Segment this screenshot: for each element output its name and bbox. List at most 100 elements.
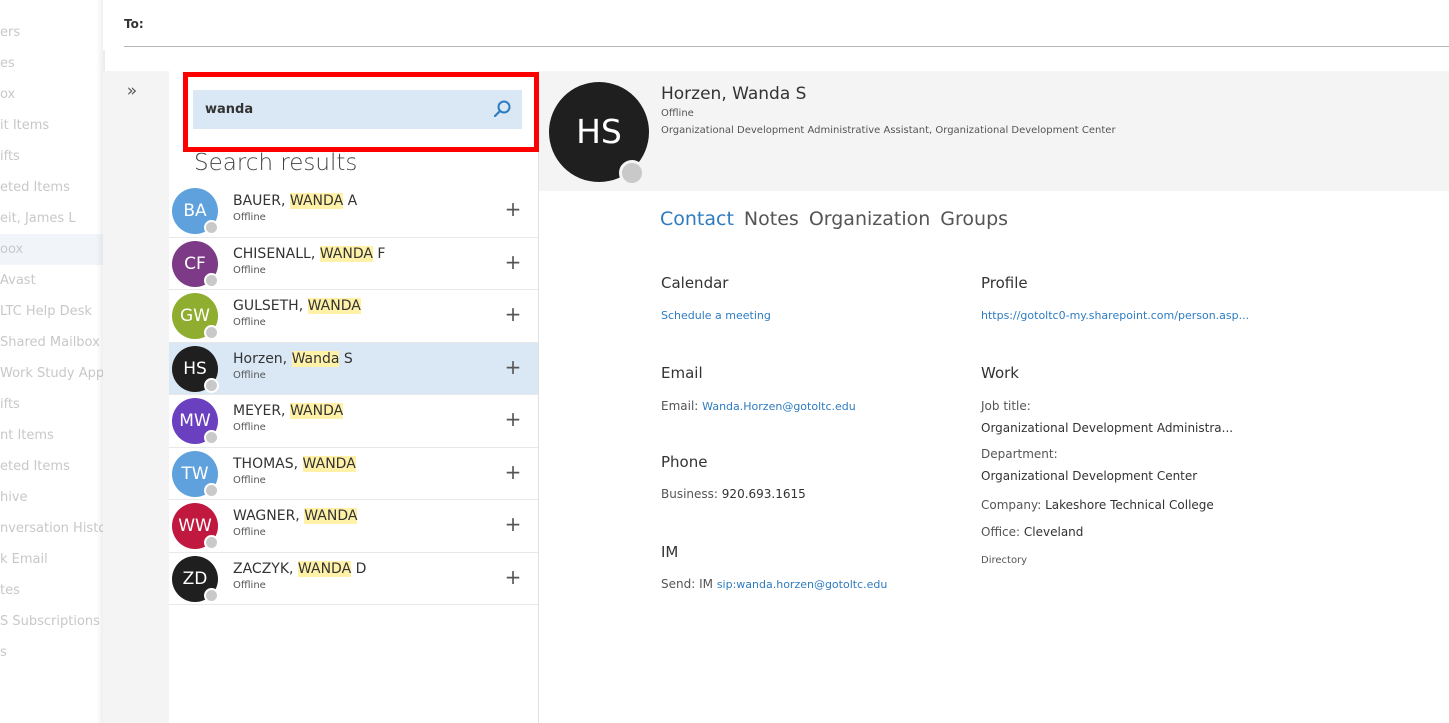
to-label: To: bbox=[124, 17, 144, 31]
folder-item[interactable]: LTC Help Desk bbox=[0, 296, 103, 327]
add-contact-button[interactable]: + bbox=[502, 566, 524, 588]
add-contact-button[interactable]: + bbox=[502, 513, 524, 535]
folder-item[interactable]: Shared Mailbox bbox=[0, 327, 103, 358]
search-result-row[interactable]: TW THOMAS, WANDA Offline + bbox=[169, 448, 538, 500]
folder-item[interactable]: tes bbox=[0, 575, 103, 606]
search-result-row[interactable]: CF CHISENALL, WANDA F Offline + bbox=[169, 238, 538, 290]
contact-status: Offline bbox=[661, 108, 694, 119]
profile-heading: Profile bbox=[981, 274, 1028, 292]
search-box[interactable] bbox=[193, 90, 522, 129]
contact-card-tabs: Contact Notes Organization Groups bbox=[660, 208, 1018, 230]
folder-item[interactable]: ers bbox=[0, 17, 103, 48]
expand-pane-button[interactable]: » bbox=[120, 79, 144, 103]
folder-item[interactable]: Work Study App bbox=[0, 358, 103, 389]
search-result-row[interactable]: WW WAGNER, WANDA Offline + bbox=[169, 500, 538, 553]
company-value: Lakeshore Technical College bbox=[1045, 498, 1214, 512]
result-name-prefix: MEYER, bbox=[233, 403, 290, 419]
add-contact-button[interactable]: + bbox=[502, 303, 524, 325]
result-status: Offline bbox=[233, 422, 266, 433]
folder-item[interactable]: ifts bbox=[0, 141, 103, 172]
phone-label: Business: bbox=[661, 487, 718, 501]
folder-item[interactable]: Avast bbox=[0, 265, 103, 296]
add-contact-button[interactable]: + bbox=[502, 408, 524, 430]
folder-item[interactable]: nversation Histor bbox=[0, 513, 103, 544]
presence-indicator bbox=[204, 430, 219, 445]
folder-item[interactable]: it Items bbox=[0, 110, 103, 141]
to-field-line[interactable] bbox=[124, 46, 1449, 47]
im-link[interactable]: sip:wanda.horzen@gotoltc.edu bbox=[717, 578, 888, 591]
collapse-strip: » bbox=[103, 71, 169, 723]
directory-link[interactable]: Directory bbox=[981, 555, 1027, 566]
folder-item[interactable]: eted Items bbox=[0, 451, 103, 482]
department-value: Organizational Development Center bbox=[981, 469, 1198, 483]
result-name: BAUER, WANDA A bbox=[233, 193, 357, 209]
result-name-match: WANDA bbox=[319, 245, 373, 262]
phone-heading: Phone bbox=[661, 453, 708, 471]
profile-link[interactable]: https://gotoltc0-my.sharepoint.com/perso… bbox=[981, 309, 1249, 322]
contact-card-header: HS Horzen, Wanda S Offline Organizationa… bbox=[539, 71, 1449, 191]
result-name: CHISENALL, WANDA F bbox=[233, 245, 385, 262]
email-label: Email: bbox=[661, 399, 699, 413]
tab-contact[interactable]: Contact bbox=[660, 208, 734, 230]
search-results-title: Search results bbox=[194, 150, 358, 176]
search-result-row[interactable]: ZD ZACZYK, WANDA D Offline + bbox=[169, 553, 538, 605]
result-status: Offline bbox=[233, 212, 266, 223]
add-contact-button[interactable]: + bbox=[502, 198, 524, 220]
folder-item[interactable]: eit, James L bbox=[0, 203, 103, 234]
tab-groups[interactable]: Groups bbox=[940, 208, 1008, 230]
tab-organization[interactable]: Organization bbox=[809, 208, 930, 230]
schedule-meeting-link[interactable]: Schedule a meeting bbox=[661, 309, 771, 322]
presence-indicator bbox=[204, 325, 219, 340]
folder-item[interactable]: oox bbox=[0, 234, 103, 265]
result-name: Horzen, Wanda S bbox=[233, 350, 353, 367]
search-result-row[interactable]: BA BAUER, WANDA A Offline + bbox=[169, 185, 538, 238]
add-contact-button[interactable]: + bbox=[502, 356, 524, 378]
result-name-match: WANDA bbox=[304, 508, 358, 524]
folder-item[interactable]: ifts bbox=[0, 389, 103, 420]
contact-presence-indicator bbox=[619, 160, 645, 186]
folder-item[interactable]: ox bbox=[0, 79, 103, 110]
phone-value: 920.693.1615 bbox=[721, 487, 806, 501]
result-name-prefix: ZACZYK, bbox=[233, 560, 298, 577]
job-title-value: Organizational Development Administra... bbox=[981, 421, 1234, 435]
email-link[interactable]: Wanda.Horzen@gotoltc.edu bbox=[702, 400, 856, 413]
folder-item[interactable]: eted Items bbox=[0, 172, 103, 203]
presence-indicator bbox=[204, 220, 219, 235]
result-status: Offline bbox=[233, 317, 266, 328]
presence-indicator bbox=[204, 272, 219, 288]
folder-item[interactable]: k Email bbox=[0, 544, 103, 575]
folder-pane: ers es ox it Items ifts eted Items eit, James … bbox=[0, 0, 103, 723]
result-name: THOMAS, WANDA bbox=[233, 455, 356, 472]
presence-indicator bbox=[204, 535, 219, 550]
result-name: ZACZYK, WANDA D bbox=[233, 560, 366, 577]
tab-notes[interactable]: Notes bbox=[744, 208, 799, 230]
folder-item[interactable]: s bbox=[0, 637, 103, 668]
result-status: Offline bbox=[233, 527, 266, 538]
add-contact-button[interactable]: + bbox=[502, 251, 524, 273]
result-name-match: Wanda bbox=[291, 350, 340, 367]
search-input[interactable] bbox=[205, 90, 475, 129]
search-result-row[interactable]: HS Horzen, Wanda S Offline + bbox=[169, 342, 538, 395]
folder-item[interactable]: hive bbox=[0, 482, 103, 513]
folder-item[interactable]: S Subscriptions bbox=[0, 606, 103, 637]
folder-item[interactable]: es bbox=[0, 48, 103, 79]
result-name-match: WANDA bbox=[297, 560, 352, 577]
result-name: GULSETH, WANDA bbox=[233, 298, 361, 314]
add-contact-button[interactable]: + bbox=[502, 461, 524, 483]
email-row: Email: Wanda.Horzen@gotoltc.edu bbox=[661, 399, 856, 413]
contact-name: Horzen, Wanda S bbox=[661, 84, 807, 104]
search-result-row[interactable]: GW GULSETH, WANDA Offline + bbox=[169, 290, 538, 343]
job-title-label: Job title: bbox=[981, 399, 1031, 413]
result-status: Offline bbox=[233, 369, 266, 381]
search-results-pane: Search results BABAUER, WANDA AOffline+C… bbox=[169, 71, 539, 723]
company-label: Company: bbox=[981, 498, 1042, 512]
office-value: Cleveland bbox=[1023, 525, 1084, 539]
search-result-row[interactable]: MW MEYER, WANDA Offline + bbox=[169, 395, 538, 448]
result-name: WAGNER, WANDA bbox=[233, 508, 358, 524]
calendar-heading: Calendar bbox=[661, 274, 729, 292]
result-name-suffix: A bbox=[343, 193, 358, 209]
folder-item[interactable]: nt Items bbox=[0, 420, 103, 451]
result-name-suffix: S bbox=[339, 350, 353, 367]
result-name-match: WANDA bbox=[307, 298, 361, 314]
search-icon[interactable] bbox=[492, 99, 512, 119]
